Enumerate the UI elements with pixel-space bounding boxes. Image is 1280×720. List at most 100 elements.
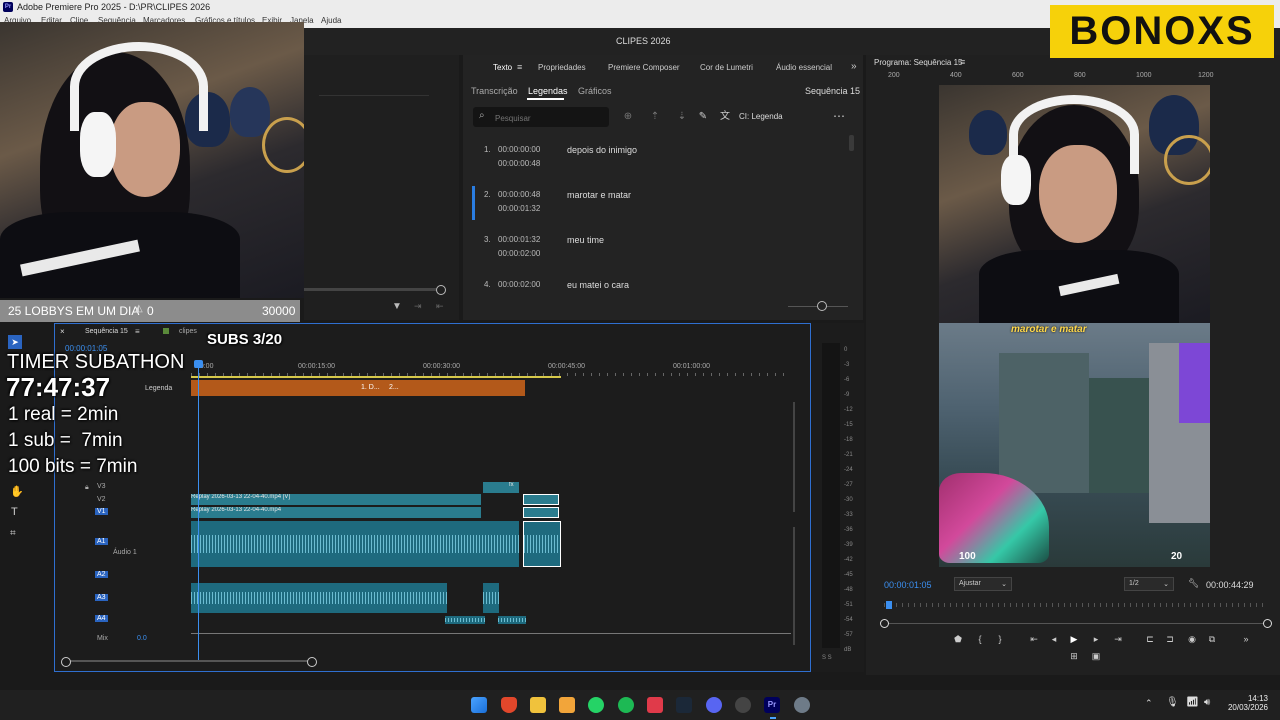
panel-menu-icon[interactable]: ≡ bbox=[960, 57, 965, 67]
zoom-handle-right[interactable] bbox=[1263, 619, 1272, 628]
export-frame-icon[interactable]: ▣ bbox=[1090, 650, 1102, 662]
caption-text[interactable]: marotar e matar bbox=[567, 190, 631, 200]
hand-tool-icon[interactable]: ✋ bbox=[10, 485, 24, 498]
microphone-icon[interactable]: 🎙︎ bbox=[1166, 697, 1179, 708]
audio-clip-a3[interactable] bbox=[191, 583, 447, 613]
playhead[interactable] bbox=[198, 360, 199, 660]
track-v2[interactable]: V2 bbox=[97, 496, 106, 503]
video-clip-v3[interactable]: fx bbox=[483, 482, 519, 493]
solo-buttons[interactable]: S S bbox=[822, 655, 832, 661]
video-clip-v1[interactable]: Replay 2026-03-13 22-04-40.mp4 bbox=[191, 507, 481, 518]
camera-icon[interactable]: ◉ bbox=[1186, 633, 1198, 645]
tab-lumetri[interactable]: Cor de Lumetri bbox=[700, 63, 753, 72]
split-icon[interactable]: ⇣ bbox=[676, 111, 688, 123]
work-area-bar[interactable] bbox=[191, 376, 561, 378]
translate-icon[interactable]: 文 bbox=[719, 111, 731, 123]
caption-item-selected[interactable]: 2. 00:00:00:48 00:00:01:32 marotar e mat… bbox=[463, 186, 853, 228]
more-options-icon[interactable]: ⋯ bbox=[833, 109, 845, 123]
search-input[interactable] bbox=[493, 110, 607, 126]
menu-item[interactable]: Ajuda bbox=[321, 16, 341, 25]
timeline-tab-sequence[interactable]: Sequência 15 bbox=[85, 328, 128, 335]
step-forward-icon[interactable]: ▸ bbox=[1090, 633, 1102, 645]
program-timecode[interactable]: 00:00:01:05 bbox=[884, 580, 932, 590]
overwrite-icon[interactable]: ⇤ bbox=[436, 301, 444, 312]
discord-icon[interactable] bbox=[706, 697, 722, 713]
scroll-handle-right[interactable] bbox=[307, 657, 317, 667]
audio-clip-a3[interactable] bbox=[483, 583, 499, 613]
source-zoom-handle[interactable] bbox=[436, 285, 446, 295]
step-back-icon[interactable]: ◂ bbox=[1048, 633, 1060, 645]
fit-dropdown[interactable]: Ajustar ⌄ bbox=[954, 577, 1012, 591]
zoom-handle-left[interactable] bbox=[880, 619, 889, 628]
program-ruler-ticks[interactable] bbox=[884, 603, 1264, 607]
tab-texto[interactable]: Texto bbox=[493, 63, 512, 72]
settings-icon[interactable] bbox=[794, 697, 810, 713]
video-clip-selected[interactable] bbox=[523, 494, 559, 505]
caption-clip-label[interactable]: 1. D... bbox=[361, 384, 380, 391]
caption-item[interactable]: 4. 00:00:02:00 eu matei o cara bbox=[463, 276, 853, 318]
play-icon[interactable]: ▶ bbox=[1068, 633, 1080, 645]
caption-text[interactable]: meu time bbox=[567, 235, 604, 245]
playhead-handle[interactable] bbox=[194, 360, 203, 368]
timeline-h-scrollbar[interactable] bbox=[65, 660, 311, 662]
mark-out-icon[interactable]: } bbox=[994, 633, 1006, 645]
audio-clip-selected[interactable] bbox=[523, 521, 561, 567]
audio-v-scrollbar[interactable] bbox=[793, 527, 795, 645]
tab-propriedades[interactable]: Propriedades bbox=[538, 63, 586, 72]
merge-up-icon[interactable]: ⇡ bbox=[649, 111, 661, 123]
wrench-icon[interactable]: 🔧︎ bbox=[1188, 578, 1199, 589]
tab-menu-icon[interactable]: ≡ bbox=[517, 62, 522, 72]
scroll-handle-left[interactable] bbox=[61, 657, 71, 667]
source-scrollbar[interactable] bbox=[304, 288, 444, 291]
track-a1[interactable]: A1 bbox=[95, 538, 108, 545]
caption-track-label[interactable]: CI: Legenda bbox=[739, 112, 783, 121]
timeline-tab-bin[interactable]: clipes bbox=[179, 328, 197, 335]
caption-search[interactable]: ⌕ bbox=[473, 107, 609, 127]
go-to-out-icon[interactable]: ⇥ bbox=[1112, 633, 1124, 645]
go-to-in-icon[interactable]: ⇤ bbox=[1028, 633, 1040, 645]
obs-icon[interactable] bbox=[735, 697, 751, 713]
tab-premiere-composer[interactable]: Premiere Composer bbox=[608, 63, 680, 72]
video-v-scrollbar[interactable] bbox=[793, 402, 795, 512]
audio-clip-a4[interactable] bbox=[498, 616, 526, 624]
program-playhead[interactable] bbox=[886, 601, 892, 609]
safe-margins-icon[interactable]: ⊞ bbox=[1068, 650, 1080, 662]
audio-clip-a4[interactable] bbox=[445, 616, 485, 624]
track-a2[interactable]: A2 bbox=[95, 571, 108, 578]
steam-icon[interactable] bbox=[676, 697, 692, 713]
volume-icon[interactable]: 🔊︎ bbox=[1204, 697, 1210, 708]
network-icon[interactable]: 📶︎ bbox=[1186, 697, 1199, 708]
close-icon[interactable]: × bbox=[60, 327, 65, 336]
add-marker-icon[interactable]: ⬟ bbox=[952, 633, 964, 645]
mix-value[interactable]: 0.0 bbox=[137, 635, 147, 642]
tray-chevron-icon[interactable]: ⌃ bbox=[1145, 698, 1153, 709]
caption-tool-icon[interactable]: ⌗ bbox=[10, 528, 16, 539]
windows-start-icon[interactable] bbox=[471, 697, 487, 713]
tab-audio-essencial[interactable]: Áudio essencial bbox=[776, 63, 832, 72]
track-v1[interactable]: V1 bbox=[95, 508, 108, 515]
caption-item[interactable]: 1. 00:00:00:00 00:00:00:48 depois do ini… bbox=[463, 141, 853, 183]
caption-track-clips[interactable]: 1. D... 2... bbox=[191, 380, 525, 396]
file-explorer-icon[interactable] bbox=[530, 697, 546, 713]
video-clip-v2[interactable]: Replay 2026-03-13 22-04-40.mp4 [V] bbox=[191, 494, 481, 505]
comparison-icon[interactable]: ⧉ bbox=[1206, 633, 1218, 645]
tab-menu-icon[interactable]: ≡ bbox=[135, 327, 140, 336]
selection-tool-icon[interactable]: ➤ bbox=[8, 335, 22, 349]
caption-text[interactable]: depois do inimigo bbox=[567, 145, 637, 155]
subtab-graficos[interactable]: Gráficos bbox=[578, 86, 612, 96]
more-buttons-icon[interactable]: » bbox=[1240, 633, 1252, 645]
program-zoom-bar[interactable] bbox=[884, 623, 1264, 624]
spotify-icon[interactable] bbox=[618, 697, 634, 713]
pencil-icon[interactable]: ✎ bbox=[697, 111, 709, 123]
insert-icon[interactable]: ⇥ bbox=[414, 301, 422, 312]
track-a3[interactable]: A3 bbox=[95, 594, 108, 601]
panel-zoom-handle[interactable] bbox=[817, 301, 827, 311]
whatsapp-icon[interactable] bbox=[588, 697, 604, 713]
type-tool-icon[interactable]: T bbox=[11, 506, 18, 518]
add-caption-icon[interactable]: ⊕ bbox=[622, 111, 634, 123]
brave-icon[interactable] bbox=[501, 697, 517, 713]
track-v3[interactable]: V3 bbox=[97, 483, 106, 490]
system-clock[interactable]: 14:13 20/03/2026 bbox=[1228, 694, 1268, 712]
subtab-legendas[interactable]: Legendas bbox=[528, 86, 568, 96]
lock-icon[interactable]: 🔒︎ bbox=[85, 484, 89, 492]
